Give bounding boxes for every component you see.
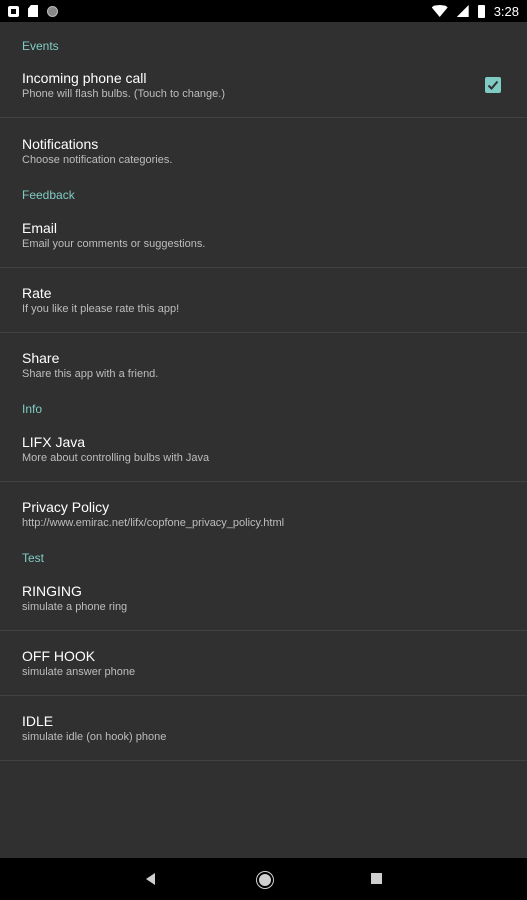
pref-rate[interactable]: Rate If you like it please rate this app… — [0, 268, 527, 332]
settings-list: Events Incoming phone call Phone will fl… — [0, 22, 527, 858]
pref-off-hook[interactable]: OFF HOOK simulate answer phone — [0, 631, 527, 695]
status-time: 3:28 — [493, 3, 519, 19]
sd-card-icon — [28, 5, 38, 17]
divider — [0, 760, 527, 761]
status-bar-left — [8, 5, 58, 17]
navigation-bar — [0, 858, 527, 900]
pref-ringing[interactable]: RINGING simulate a phone ring — [0, 578, 527, 630]
pref-summary: simulate a phone ring — [22, 601, 128, 613]
category-feedback: Feedback — [22, 188, 75, 202]
pref-privacy-policy[interactable]: Privacy Policy http://www.emirac.net/lif… — [0, 482, 527, 546]
pref-summary: simulate answer phone — [22, 666, 136, 678]
pref-title: Privacy Policy — [22, 499, 110, 515]
wifi-icon — [431, 5, 448, 17]
pref-title: OFF HOOK — [22, 648, 96, 664]
battery-icon — [477, 4, 485, 18]
signal-icon — [456, 5, 469, 17]
pref-summary: Share this app with a friend. — [22, 368, 159, 380]
home-icon[interactable] — [257, 872, 273, 888]
incoming-call-checkbox[interactable] — [485, 77, 501, 93]
category-info: Info — [22, 402, 43, 416]
pref-summary: More about controlling bulbs with Java — [22, 452, 210, 464]
pref-incoming-phone-call[interactable]: Incoming phone call Phone will flash bul… — [0, 66, 527, 117]
pref-title: IDLE — [22, 713, 54, 729]
pref-title: LIFX Java — [22, 434, 86, 450]
pref-title: Share — [22, 350, 60, 366]
pref-title: Incoming phone call — [22, 70, 147, 86]
pref-summary: If you like it please rate this app! — [22, 303, 180, 315]
pref-summary: Email your comments or suggestions. — [22, 238, 206, 250]
pref-title: RINGING — [22, 583, 82, 599]
pref-summary: simulate idle (on hook) phone — [22, 731, 167, 743]
pref-lifx-java[interactable]: LIFX Java More about controlling bulbs w… — [0, 429, 527, 481]
category-events: Events — [22, 39, 59, 53]
status-bar-right: 3:28 — [431, 3, 519, 19]
notification-icon — [8, 5, 19, 17]
checkmark-icon — [487, 80, 499, 90]
pref-summary: Phone will flash bulbs. (Touch to change… — [22, 88, 226, 100]
status-bar: 3:28 — [0, 0, 527, 22]
sync-icon — [47, 5, 58, 17]
pref-title: Notifications — [22, 136, 99, 152]
pref-email[interactable]: Email Email your comments or suggestions… — [0, 215, 527, 267]
recents-icon[interactable] — [371, 873, 382, 884]
category-test: Test — [22, 551, 45, 565]
pref-summary: http://www.emirac.net/lifx/copfone_priva… — [22, 517, 285, 529]
pref-share[interactable]: Share Share this app with a friend. — [0, 333, 527, 397]
pref-summary: Choose notification categories. — [22, 154, 173, 166]
pref-idle[interactable]: IDLE simulate idle (on hook) phone — [0, 696, 527, 760]
pref-title: Email — [22, 220, 58, 236]
pref-notifications[interactable]: Notifications Choose notification catego… — [0, 118, 527, 183]
pref-title: Rate — [22, 285, 52, 301]
back-icon[interactable] — [146, 873, 155, 885]
